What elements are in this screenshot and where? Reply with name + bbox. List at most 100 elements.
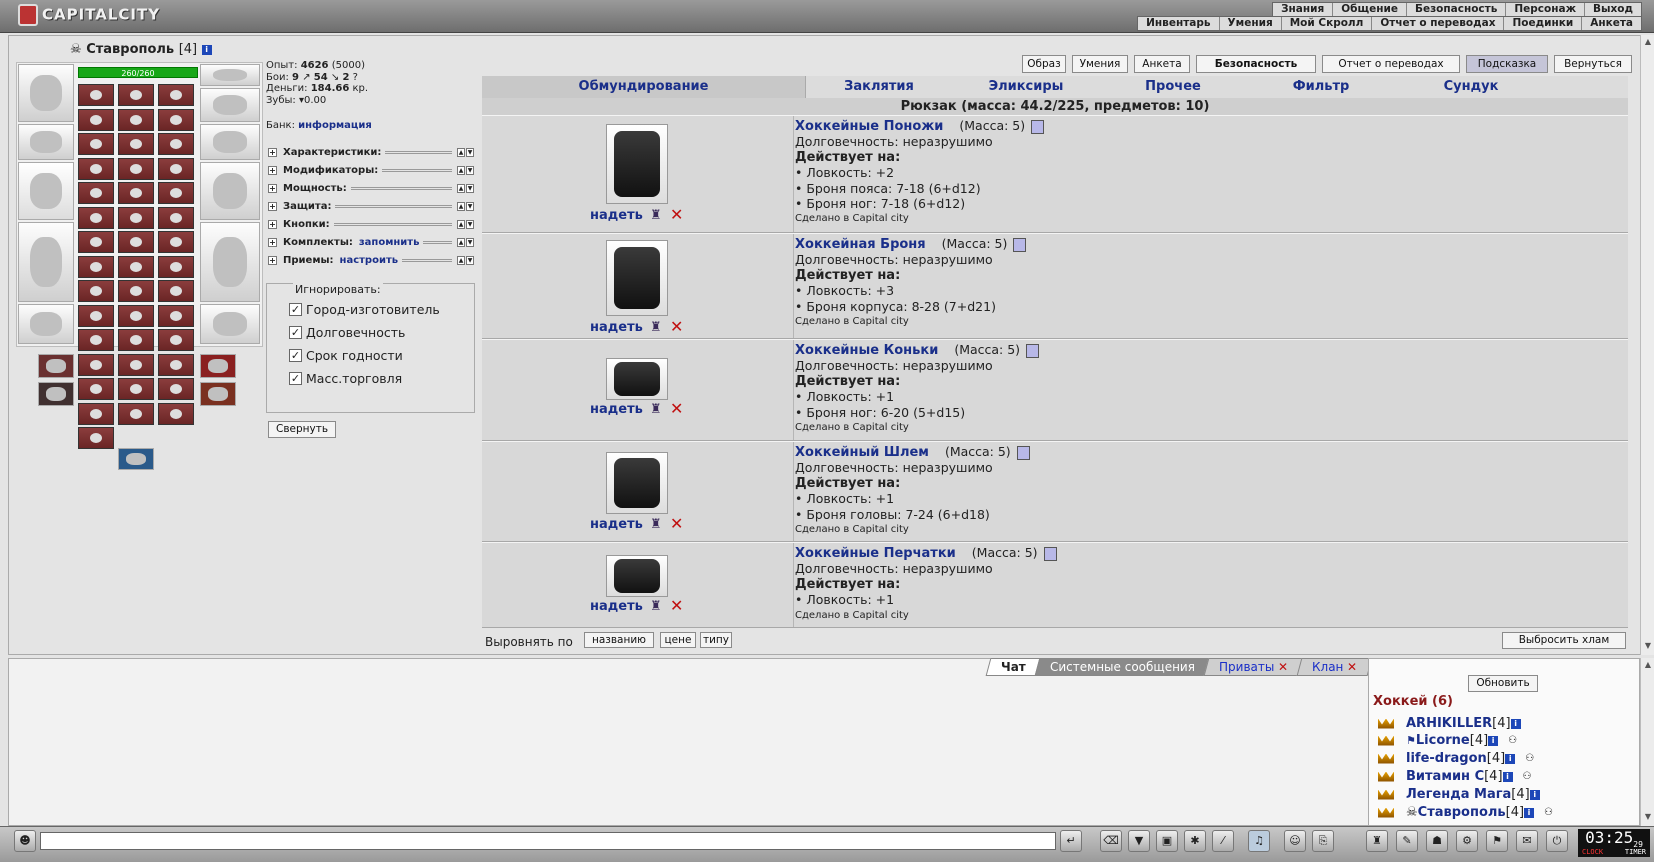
tab-clan[interactable]: Клан ✕ xyxy=(1296,658,1373,676)
ignore-city-checkbox[interactable]: ✓ Город-изготовитель xyxy=(289,302,440,317)
tab-equipment[interactable]: Обмундирование xyxy=(482,76,806,98)
spell-slot[interactable] xyxy=(78,108,114,131)
delete-icon[interactable]: ✕ xyxy=(670,399,683,418)
menu-security[interactable]: Безопасность xyxy=(1405,3,1505,16)
profile-button[interactable]: Анкета xyxy=(1134,55,1190,73)
main-scrollbar[interactable]: ▲ ▼ xyxy=(1640,35,1654,655)
online-user[interactable]: ARHIKILLER [4] i xyxy=(1378,715,1521,732)
ignore-durability-checkbox[interactable]: ✓ Долговечность xyxy=(289,325,405,340)
dress-icon[interactable]: ♜ xyxy=(650,517,662,532)
tab-elixirs[interactable]: Эликсиры xyxy=(952,76,1100,98)
item-image[interactable] xyxy=(606,555,668,597)
gift-icon[interactable] xyxy=(1013,237,1027,252)
sort-by-price-button[interactable]: цене xyxy=(660,632,696,648)
slot-shield[interactable] xyxy=(200,162,260,220)
filter-icon[interactable]: ▼ xyxy=(1128,830,1150,852)
gift-icon[interactable] xyxy=(1031,119,1045,134)
mail-icon[interactable]: ✉ xyxy=(1516,830,1538,852)
wear-link[interactable]: надеть xyxy=(590,517,643,532)
wear-link[interactable]: надеть xyxy=(590,599,643,614)
history-icon[interactable]: ⎘ xyxy=(1312,830,1334,852)
spell-slot[interactable] xyxy=(78,280,114,302)
wear-link[interactable]: надеть xyxy=(590,402,643,417)
character-icon[interactable]: ☗ xyxy=(1426,830,1448,852)
item-name[interactable]: Хоккейные Перчатки xyxy=(795,546,956,561)
online-user[interactable]: Витамин С [4] i ⚇ xyxy=(1378,768,1535,785)
inventory-icon[interactable]: ♜ xyxy=(1366,830,1388,852)
slot-belt[interactable] xyxy=(18,304,74,344)
throw-junk-button[interactable]: Выбросить хлам xyxy=(1502,632,1626,649)
menu-exit[interactable]: Выход xyxy=(1584,3,1641,16)
tab-spells[interactable]: Заклятия xyxy=(806,76,952,98)
configure-link[interactable]: настроить xyxy=(340,255,399,266)
skills-button[interactable]: Умения xyxy=(1072,55,1128,73)
item-name[interactable]: Хоккейная Броня xyxy=(795,237,926,252)
tab-privates[interactable]: Приваты ✕ xyxy=(1203,658,1304,676)
menu-skills[interactable]: Умения xyxy=(1218,17,1281,30)
translit-icon[interactable]: ⁄ xyxy=(1212,830,1234,852)
spell-slot[interactable] xyxy=(78,206,114,229)
spell-slot[interactable] xyxy=(78,255,114,278)
online-user[interactable]: ⚑ Licorne [4] i ⚇ xyxy=(1378,732,1520,749)
online-user[interactable]: life-dragon [4] i ⚇ xyxy=(1378,750,1537,767)
menu-knowledge[interactable]: Знания xyxy=(1273,3,1332,16)
menu-communication[interactable]: Общение xyxy=(1332,3,1406,16)
spell-slot[interactable] xyxy=(158,157,194,180)
spell-slot[interactable] xyxy=(158,353,194,376)
transfer-report-button[interactable]: Отчет о переводах xyxy=(1322,55,1460,73)
item-name[interactable]: Хоккейный Шлем xyxy=(795,445,929,460)
item-name[interactable]: Хоккейные Поножи xyxy=(795,119,943,134)
spell-slot[interactable] xyxy=(158,206,194,229)
exit-icon[interactable]: ⏻ xyxy=(1546,830,1568,852)
scroll-up-icon[interactable]: ▲ xyxy=(1642,37,1654,49)
slot-amulet[interactable] xyxy=(200,88,260,122)
rune-slot-1[interactable] xyxy=(38,354,74,378)
spell-slot[interactable] xyxy=(78,353,114,376)
spell-slot[interactable] xyxy=(158,402,194,425)
slot-bracers[interactable] xyxy=(18,124,74,160)
dress-icon[interactable]: ♜ xyxy=(650,320,662,335)
slot-leggings[interactable] xyxy=(200,222,260,302)
tab-other[interactable]: Прочее xyxy=(1100,76,1246,98)
spell-slot[interactable] xyxy=(118,108,154,131)
spell-slot[interactable] xyxy=(118,304,154,327)
wear-link[interactable]: надеть xyxy=(590,208,643,223)
menu-transfer-report[interactable]: Отчет о переводах xyxy=(1371,17,1503,30)
item-image[interactable] xyxy=(606,358,668,400)
sort-by-name-button[interactable]: названию xyxy=(584,632,654,648)
item-image[interactable] xyxy=(606,240,668,316)
spell-slot[interactable] xyxy=(118,255,154,278)
spell-slot[interactable] xyxy=(118,206,154,229)
item-image[interactable] xyxy=(606,452,668,514)
slot-armor[interactable] xyxy=(18,222,74,302)
rune-slot-5[interactable] xyxy=(118,448,154,470)
rune-slot-4[interactable] xyxy=(200,382,236,406)
spell-slot[interactable] xyxy=(78,427,114,449)
bank-info-link[interactable]: информация xyxy=(298,120,372,131)
section-characteristics[interactable]: + Характеристики: ▲ ▼ xyxy=(268,145,474,159)
save-icon[interactable]: ▣ xyxy=(1156,830,1178,852)
spell-slot[interactable] xyxy=(158,84,194,106)
online-scrollbar[interactable]: ▲ ▼ xyxy=(1640,658,1654,826)
section-techniques[interactable]: + Приемы: настроить ▲ ▼ xyxy=(268,253,474,267)
spell-slot[interactable] xyxy=(118,353,154,376)
security-button[interactable]: Безопасность xyxy=(1196,55,1316,73)
spell-slot[interactable] xyxy=(118,84,154,106)
smiles-icon[interactable]: ☺ xyxy=(1284,830,1306,852)
info-icon[interactable]: i xyxy=(201,44,212,55)
item-image[interactable] xyxy=(606,124,668,204)
spell-slot[interactable] xyxy=(78,378,114,400)
spell-slot[interactable] xyxy=(78,182,114,204)
scroll-down-icon[interactable]: ▼ xyxy=(1642,641,1654,653)
sort-by-type-button[interactable]: типу xyxy=(700,632,732,648)
quests-icon[interactable]: ✎ xyxy=(1396,830,1418,852)
slot-helmet[interactable] xyxy=(18,64,74,122)
sound-icon[interactable]: ♫ xyxy=(1248,830,1270,852)
spell-slot[interactable] xyxy=(78,304,114,327)
delete-icon[interactable]: ✕ xyxy=(670,317,683,336)
slot-gloves[interactable] xyxy=(200,124,260,160)
spell-slot[interactable] xyxy=(158,231,194,253)
delete-icon[interactable]: ✕ xyxy=(670,596,683,615)
game-clock[interactable]: 03:2529 CLOCK TIMER xyxy=(1578,829,1650,857)
section-power[interactable]: + Мощность: ▲ ▼ xyxy=(268,181,474,195)
